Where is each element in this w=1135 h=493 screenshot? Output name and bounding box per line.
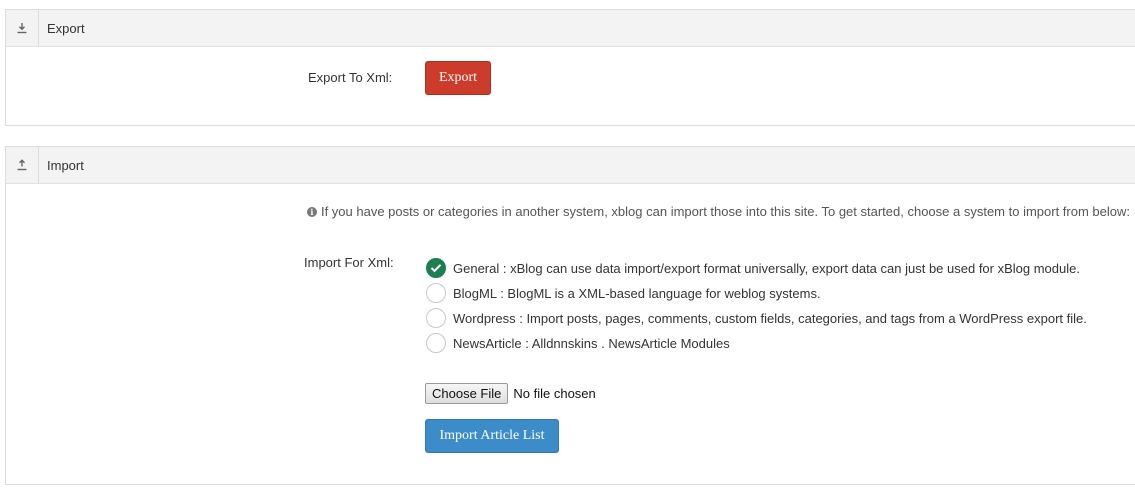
radio-unchecked-icon[interactable] <box>426 283 446 303</box>
file-input[interactable]: Choose File No file chosen <box>425 383 596 404</box>
import-panel-title: Import <box>47 157 84 173</box>
file-status-text: No file chosen <box>513 386 596 401</box>
import-panel-header[interactable]: Import <box>6 147 1135 184</box>
export-panel: Export Export To Xml: Export <box>5 9 1135 126</box>
import-info-message: If you have posts or categories in anoth… <box>320 204 1130 219</box>
radio-option-general[interactable]: General : xBlog can use data import/expo… <box>426 258 1080 278</box>
export-panel-title: Export <box>47 20 85 36</box>
import-for-xml-label: Import For Xml: <box>304 255 394 270</box>
radio-option-label: General : xBlog can use data import/expo… <box>453 260 1080 276</box>
radio-checked-icon[interactable] <box>426 258 446 278</box>
choose-file-button[interactable]: Choose File <box>425 383 509 404</box>
radio-option-label: NewsArticle : Alldnnskins . NewsArticle … <box>453 335 730 351</box>
upload-icon <box>6 147 39 183</box>
import-info-text: i If you have posts or categories in ano… <box>306 204 1130 219</box>
radio-option-label: Wordpress : Import posts, pages, comment… <box>453 310 1087 326</box>
export-to-xml-label: Export To Xml: <box>308 70 393 85</box>
radio-option-blogml[interactable]: BlogML : BlogML is a XML-based language … <box>426 283 821 303</box>
export-button[interactable]: Export <box>425 61 491 95</box>
export-panel-header[interactable]: Export <box>6 10 1135 47</box>
import-article-list-button[interactable]: Import Article List <box>425 419 559 453</box>
radio-option-wordpress[interactable]: Wordpress : Import posts, pages, comment… <box>426 308 1087 328</box>
import-panel: Import i If you have posts or categories… <box>5 146 1135 485</box>
radio-option-label: BlogML : BlogML is a XML-based language … <box>453 285 821 301</box>
radio-option-newsarticle[interactable]: NewsArticle : Alldnnskins . NewsArticle … <box>426 333 730 353</box>
info-icon: i <box>306 206 317 217</box>
download-icon <box>6 10 39 46</box>
radio-unchecked-icon[interactable] <box>426 308 446 328</box>
radio-unchecked-icon[interactable] <box>426 333 446 353</box>
